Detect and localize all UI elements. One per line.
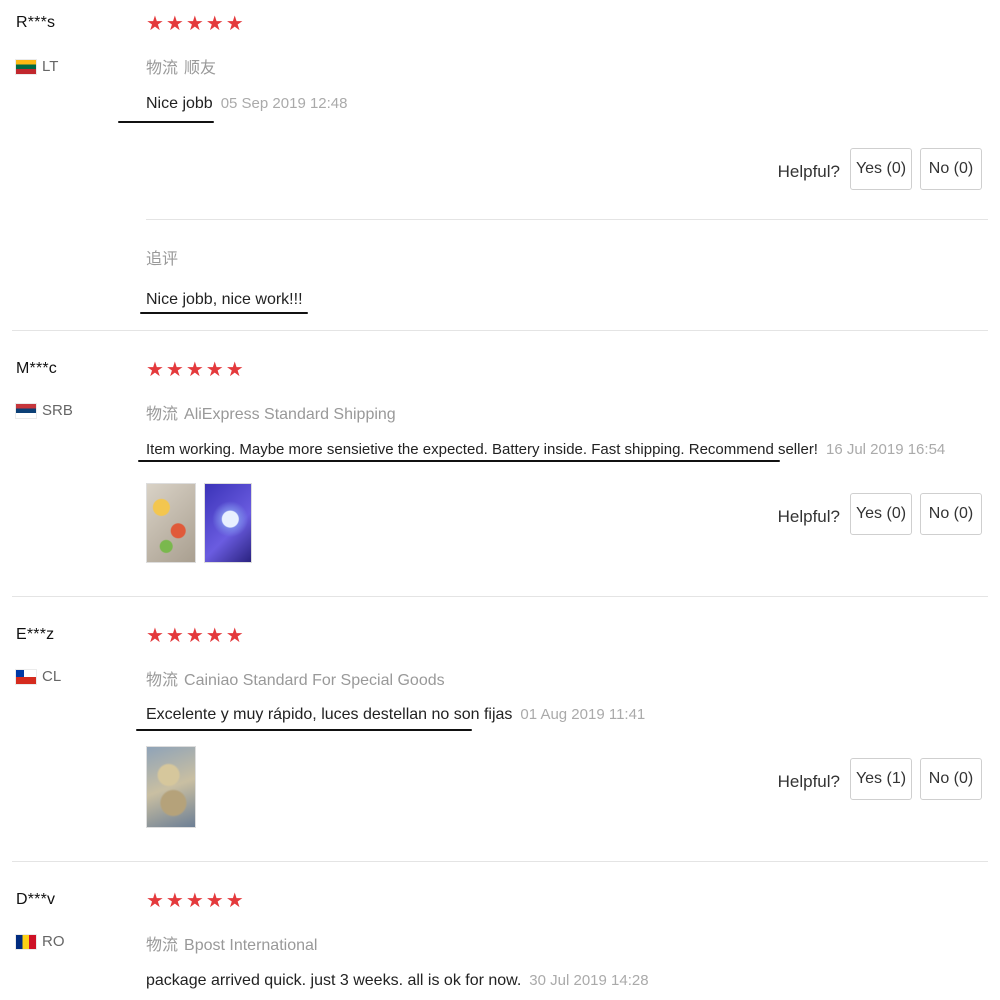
reviewer-name: D***v (16, 891, 56, 908)
shipping-prefix: 物流 (146, 60, 179, 77)
review-body: Nice jobb 05 Sep 2019 12:48 (146, 95, 348, 113)
shipping-name: AliExpress Standard Shipping (184, 406, 396, 423)
followup-label: 追评 (146, 251, 179, 268)
review-body: package arrived quick. just 3 weeks. all… (146, 972, 649, 990)
star-rating: ★★★★★ (146, 890, 246, 912)
review-text: Nice jobb (146, 95, 213, 112)
followup-divider (146, 219, 988, 220)
helpful-label: Helpful? (777, 772, 840, 791)
annotation-underline (136, 729, 472, 731)
review-divider (12, 596, 988, 597)
country-code: LT (42, 58, 59, 75)
helpful-yes-button[interactable]: Yes (0) (850, 148, 912, 190)
shipping-name: 顺友 (184, 60, 217, 77)
shipping-method: 物流 顺友 (146, 54, 216, 78)
helpful-no-button[interactable]: No (0) (920, 148, 982, 190)
flag-romania-icon (16, 934, 36, 949)
review-photo[interactable] (146, 483, 196, 563)
review-date: 30 Jul 2019 14:28 (529, 972, 649, 989)
star-rating: ★★★★★ (146, 625, 246, 647)
flag-chile-icon (16, 669, 36, 684)
reviewer-country: LT (16, 58, 58, 75)
annotation-underline (118, 121, 214, 123)
review-date: 16 Jul 2019 16:54 (825, 441, 946, 458)
reviewer-country: SRB (16, 402, 73, 419)
country-code: CL (42, 668, 62, 685)
helpful-label: Helpful? (777, 162, 840, 181)
helpful-no-button[interactable]: No (0) (920, 493, 982, 535)
review-text: Item working. Maybe more sensietive the … (146, 441, 818, 458)
shipping-prefix: 物流 (146, 937, 179, 954)
flag-lithuania-icon (16, 59, 36, 74)
helpful-yes-button[interactable]: Yes (0) (850, 493, 912, 535)
shipping-prefix: 物流 (146, 406, 179, 423)
star-rating: ★★★★★ (146, 359, 246, 381)
review-body: Excelente y muy rápido, luces destellan … (146, 706, 645, 724)
reviewer-country: CL (16, 668, 61, 685)
annotation-underline (138, 460, 780, 462)
shipping-name: Bpost International (184, 937, 318, 954)
review-date: 05 Sep 2019 12:48 (220, 95, 348, 112)
reviewer-name: M***c (16, 360, 58, 377)
reviewer-name: R***s (16, 14, 56, 31)
review-divider (12, 861, 988, 862)
shipping-method: 物流 Cainiao Standard For Special Goods (146, 666, 445, 690)
review-photo[interactable] (146, 746, 196, 828)
helpful-label: Helpful? (777, 507, 840, 526)
review-date: 01 Aug 2019 11:41 (520, 706, 646, 723)
review-text: Excelente y muy rápido, luces destellan … (146, 706, 513, 723)
star-rating: ★★★★★ (146, 13, 246, 35)
shipping-name: Cainiao Standard For Special Goods (184, 672, 445, 689)
flag-serbia-icon (16, 403, 36, 418)
country-code: SRB (42, 402, 73, 419)
review-divider (12, 330, 988, 331)
helpful-no-button[interactable]: No (0) (920, 758, 982, 800)
review-photo[interactable] (204, 483, 252, 563)
helpful-yes-button[interactable]: Yes (1) (850, 758, 912, 800)
reviewer-name: E***z (16, 626, 55, 643)
shipping-method: 物流 AliExpress Standard Shipping (146, 400, 396, 424)
review-text: package arrived quick. just 3 weeks. all… (146, 972, 522, 989)
annotation-underline (140, 312, 308, 314)
reviewer-country: RO (16, 933, 65, 950)
followup-text: Nice jobb, nice work!!! (146, 291, 303, 308)
shipping-prefix: 物流 (146, 672, 179, 689)
shipping-method: 物流 Bpost International (146, 931, 317, 955)
country-code: RO (42, 933, 65, 950)
review-body: Item working. Maybe more sensietive the … (146, 441, 945, 458)
